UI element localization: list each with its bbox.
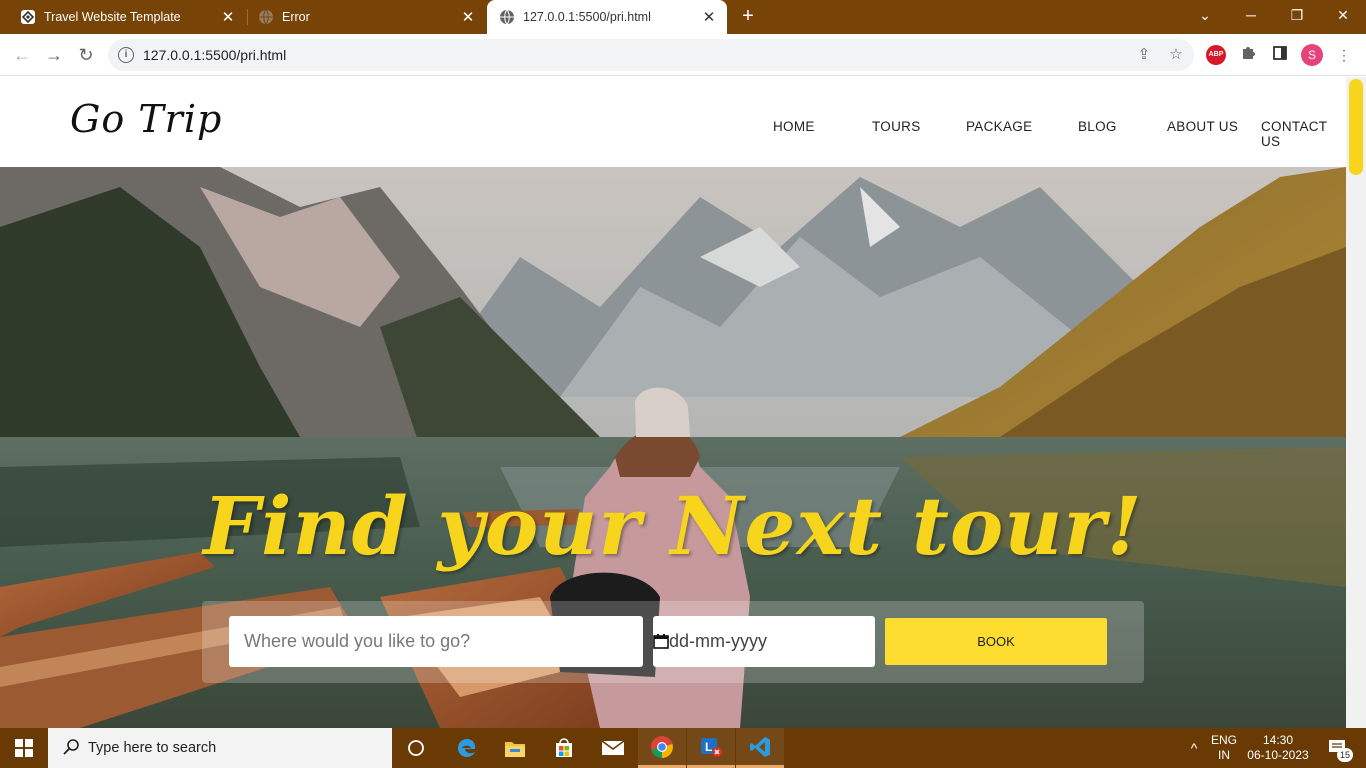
tab-error[interactable]: Error ✕ [248, 0, 486, 34]
site-favicon-icon [20, 9, 36, 25]
reload-button[interactable]: ↻ [74, 43, 98, 67]
date-input[interactable]: dd-mm-yyyy [653, 616, 875, 667]
side-panel-icon[interactable] [1270, 45, 1290, 65]
nav-about-us[interactable]: ABOUT US [1167, 119, 1238, 134]
clock[interactable]: 14:30 06-10-2023 [1244, 728, 1312, 768]
bookmark-star-icon[interactable]: ☆ [1166, 45, 1186, 65]
vscode-icon[interactable] [736, 728, 784, 768]
microsoft-store-icon[interactable] [540, 728, 588, 768]
web-page: Go Trip HOME TOURS PACKAGE BLOG ABOUT US… [0, 77, 1366, 728]
taskbar-search-box[interactable]: Type here to search [48, 728, 392, 768]
tab-title: Error [282, 10, 310, 24]
language-indicator[interactable]: ENG IN [1207, 728, 1241, 768]
windows-logo-icon [15, 739, 33, 757]
book-button[interactable]: BOOK [885, 618, 1107, 665]
nav-tours[interactable]: TOURS [872, 119, 921, 134]
restore-button[interactable]: ❐ [1274, 0, 1320, 30]
svg-text:L: L [705, 740, 712, 754]
new-tab-button[interactable]: + [736, 6, 760, 28]
start-button[interactable] [0, 728, 48, 768]
region-code: IN [1218, 748, 1230, 762]
file-explorer-icon[interactable] [491, 728, 539, 768]
site-header: Go Trip HOME TOURS PACKAGE BLOG ABOUT US… [0, 77, 1346, 167]
language-code: ENG [1210, 733, 1237, 747]
tab-title: 127.0.0.1:5500/pri.html [523, 10, 651, 24]
edge-browser-icon[interactable] [443, 728, 491, 768]
url-text: 127.0.0.1:5500/pri.html [143, 47, 287, 63]
close-tab-icon[interactable]: ✕ [456, 8, 480, 26]
browser-toolbar: ← → ↻ i 127.0.0.1:5500/pri.html ⇪ ☆ ABP … [0, 34, 1366, 76]
tab-search-chevron-icon[interactable]: ⌄ [1182, 0, 1228, 30]
booking-search-panel: dd-mm-yyyy BOOK [202, 601, 1144, 683]
close-tab-icon[interactable]: ✕ [216, 8, 240, 26]
clock-date: 06-10-2023 [1247, 748, 1309, 762]
tab-title: Travel Website Template [44, 10, 181, 24]
tab-travel-website-template[interactable]: Travel Website Template ✕ [0, 0, 246, 34]
nav-home[interactable]: HOME [773, 119, 815, 134]
calendar-icon[interactable] [653, 633, 669, 649]
globe-icon [258, 9, 274, 25]
hero-headline: Find your Next tour! [203, 479, 1143, 573]
browser-menu-icon[interactable]: ⋮ [1334, 45, 1354, 65]
close-window-button[interactable]: ✕ [1320, 0, 1366, 30]
lync-app-icon[interactable]: L [687, 728, 735, 768]
site-logo[interactable]: Go Trip [70, 97, 222, 141]
site-info-icon[interactable]: i [118, 47, 134, 63]
date-value: dd-mm-yyyy [669, 631, 767, 651]
minimize-button[interactable]: ─ [1228, 0, 1274, 30]
forward-button[interactable]: → [42, 43, 66, 67]
destination-input[interactable] [229, 616, 643, 667]
page-scrollbar[interactable] [1346, 77, 1366, 728]
scrollbar-thumb[interactable] [1349, 79, 1363, 175]
notification-count-badge: 15 [1337, 748, 1353, 762]
tab-strip: Travel Website Template ✕ Error ✕ 127.0.… [0, 0, 1366, 34]
task-view-icon[interactable] [392, 728, 440, 768]
notification-center-icon[interactable]: 15 [1318, 728, 1358, 768]
nav-blog[interactable]: BLOG [1078, 119, 1117, 134]
mail-icon[interactable] [589, 728, 637, 768]
back-button[interactable]: ← [10, 43, 34, 67]
show-hidden-icons-chevron-icon[interactable]: ^ [1183, 728, 1205, 768]
adblock-extension-icon[interactable]: ABP [1206, 45, 1226, 65]
globe-icon [499, 9, 515, 25]
clock-time: 14:30 [1262, 733, 1294, 747]
nav-package[interactable]: PACKAGE [966, 119, 1032, 134]
taskbar-search-text: Type here to search [88, 740, 217, 756]
windows-taskbar: Type here to search L ^ ENG IN 14:30 06-… [0, 728, 1366, 768]
hero-section: Find your Next tour! dd-mm-yyyy BOOK [0, 167, 1346, 728]
extensions-puzzle-icon[interactable] [1238, 45, 1258, 65]
profile-avatar[interactable]: S [1301, 44, 1323, 66]
search-icon [63, 739, 79, 755]
tab-active-pri-html[interactable]: 127.0.0.1:5500/pri.html ✕ [487, 0, 727, 34]
address-bar[interactable]: i 127.0.0.1:5500/pri.html ⇪ ☆ [108, 39, 1194, 71]
close-tab-icon[interactable]: ✕ [697, 8, 721, 26]
chrome-icon[interactable] [638, 728, 686, 768]
share-icon[interactable]: ⇪ [1134, 45, 1154, 65]
nav-contact-us[interactable]: CONTACT US [1261, 119, 1346, 149]
